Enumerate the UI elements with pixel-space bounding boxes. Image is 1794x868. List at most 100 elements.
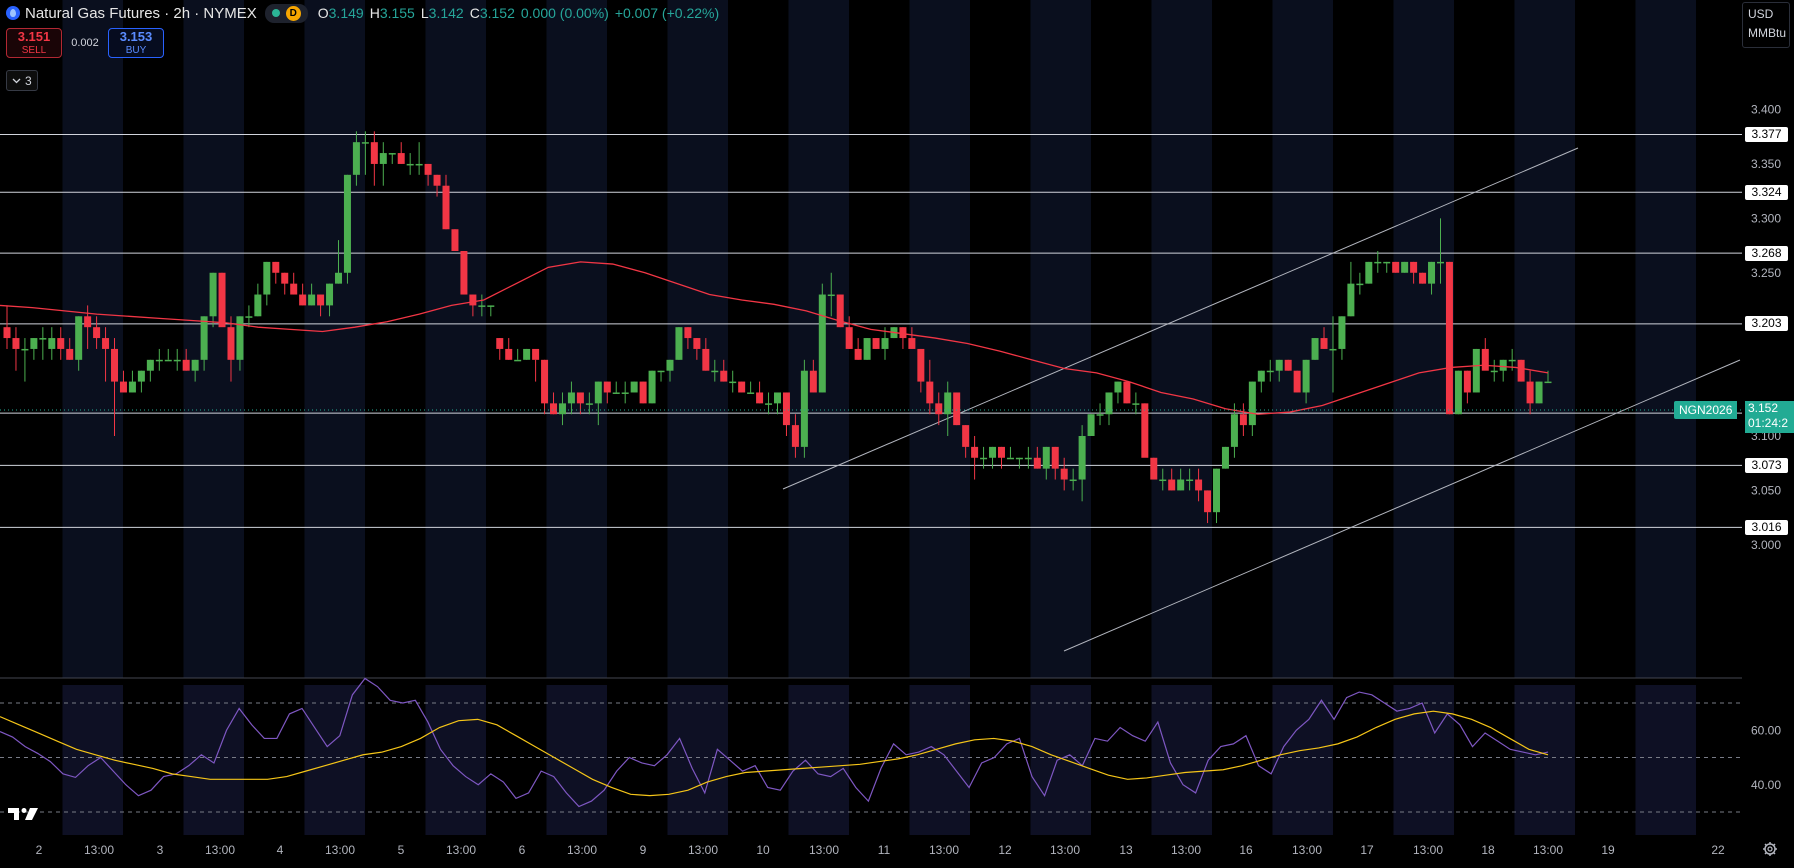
indicator-legend-toggle[interactable]: 3	[6, 70, 38, 91]
candle[interactable]	[30, 338, 38, 360]
candle[interactable]	[155, 348, 163, 371]
candle[interactable]	[1454, 370, 1462, 415]
candle[interactable]	[1401, 261, 1409, 273]
candle[interactable]	[1383, 261, 1391, 273]
market-status[interactable]: D	[264, 3, 308, 23]
candle[interactable]	[397, 142, 405, 164]
candle[interactable]	[800, 359, 808, 458]
candle[interactable]	[1499, 359, 1507, 382]
candle[interactable]	[379, 142, 387, 186]
candle[interactable]	[657, 370, 665, 382]
candle[interactable]	[272, 261, 280, 284]
candle[interactable]	[415, 142, 423, 175]
candle[interactable]	[1535, 381, 1543, 404]
chart-area[interactable]: 3.400 3.350 3.300 3.250 3.100 3.050 3.000 60.00…	[0, 0, 1794, 863]
candle[interactable]	[1311, 338, 1319, 360]
candle[interactable]	[460, 251, 468, 295]
gear-icon[interactable]	[1762, 841, 1778, 857]
candle[interactable]	[12, 327, 20, 371]
candle[interactable]	[1221, 446, 1229, 469]
buy-button[interactable]: 3.153 BUY	[108, 28, 164, 58]
candle[interactable]	[774, 392, 781, 415]
candle[interactable]	[1293, 370, 1301, 393]
candle[interactable]	[451, 229, 459, 251]
candle[interactable]	[854, 338, 862, 360]
candle[interactable]	[1006, 446, 1014, 460]
candle[interactable]	[1105, 392, 1113, 426]
candle[interactable]	[1419, 272, 1427, 284]
candle[interactable]	[872, 338, 880, 349]
candle[interactable]	[343, 174, 351, 284]
candle[interactable]	[630, 381, 638, 393]
candle[interactable]	[738, 381, 746, 393]
symbol-title[interactable]: Natural Gas Futures · 2h · NYMEX	[25, 5, 257, 22]
candle[interactable]	[899, 327, 907, 349]
candle[interactable]	[1213, 468, 1221, 524]
candle[interactable]	[1356, 272, 1364, 295]
candle[interactable]	[290, 272, 298, 295]
candle[interactable]	[612, 381, 620, 394]
candle[interactable]	[128, 370, 136, 393]
candle[interactable]	[1490, 359, 1498, 382]
candle[interactable]	[3, 305, 11, 349]
candle[interactable]	[953, 392, 961, 426]
candle[interactable]	[1445, 261, 1453, 415]
candle[interactable]	[1365, 261, 1373, 284]
candle[interactable]	[532, 348, 540, 382]
candle[interactable]	[1257, 370, 1265, 393]
candle[interactable]	[1347, 261, 1355, 317]
candle[interactable]	[729, 370, 737, 393]
candle[interactable]	[21, 338, 29, 382]
candle[interactable]	[1132, 392, 1140, 415]
candle[interactable]	[1338, 316, 1346, 360]
candle[interactable]	[281, 272, 289, 295]
candle[interactable]	[263, 261, 271, 306]
candle[interactable]	[747, 381, 755, 394]
candle[interactable]	[496, 338, 504, 360]
candle[interactable]	[254, 283, 262, 317]
candle[interactable]	[39, 327, 47, 360]
candle[interactable]	[146, 359, 154, 382]
candle[interactable]	[1150, 457, 1158, 480]
candle[interactable]	[1087, 414, 1095, 436]
candle[interactable]	[164, 348, 172, 362]
candle[interactable]	[406, 153, 414, 175]
candle[interactable]	[1239, 403, 1247, 436]
candle[interactable]	[487, 305, 495, 317]
candle[interactable]	[648, 370, 656, 404]
candle[interactable]	[621, 381, 629, 404]
candle[interactable]	[639, 381, 647, 404]
candle[interactable]	[1141, 403, 1149, 458]
candle[interactable]	[1248, 381, 1256, 436]
candle[interactable]	[370, 131, 378, 186]
candle[interactable]	[1463, 370, 1471, 404]
candle[interactable]	[218, 272, 226, 328]
candle[interactable]	[173, 348, 181, 371]
candle[interactable]	[1517, 359, 1525, 382]
sell-button[interactable]: 3.151 SELL	[6, 28, 62, 58]
currency-unit-selector[interactable]: USD MMBtu	[1742, 2, 1790, 48]
price-chart[interactable]: 3.4003.3503.3003.2503.1003.0503.00060.00…	[0, 0, 1794, 863]
candle[interactable]	[137, 370, 145, 393]
candle[interactable]	[1114, 381, 1122, 404]
candle[interactable]	[505, 338, 513, 360]
candle[interactable]	[1472, 348, 1480, 393]
candle[interactable]	[1123, 381, 1131, 404]
candle[interactable]	[1374, 251, 1382, 273]
candle[interactable]	[1392, 261, 1400, 273]
candle[interactable]	[863, 338, 871, 360]
candle[interactable]	[971, 436, 979, 480]
candle[interactable]	[388, 153, 396, 164]
candle[interactable]	[1284, 359, 1292, 371]
candle[interactable]	[514, 348, 522, 362]
candle[interactable]	[765, 392, 773, 415]
candle[interactable]	[48, 327, 56, 360]
candle[interactable]	[1015, 457, 1023, 469]
tradingview-logo[interactable]	[8, 806, 42, 822]
candle[interactable]	[756, 381, 764, 404]
candle[interactable]	[1230, 403, 1238, 458]
candle[interactable]	[523, 348, 531, 360]
candle[interactable]	[818, 283, 826, 393]
candle[interactable]	[675, 327, 683, 360]
candle[interactable]	[1096, 403, 1104, 426]
